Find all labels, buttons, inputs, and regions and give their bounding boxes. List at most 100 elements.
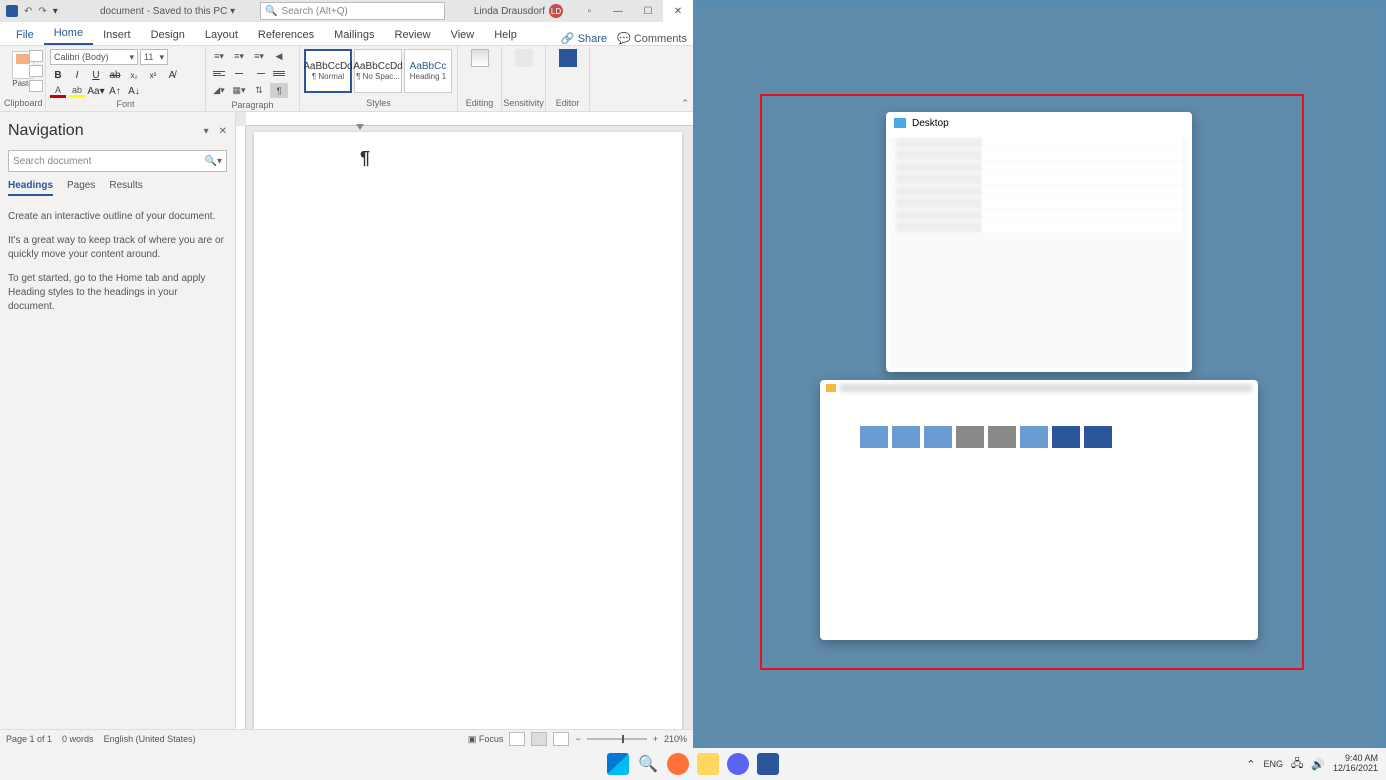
- borders-button[interactable]: ▦▾: [230, 83, 248, 98]
- show-marks-button[interactable]: ¶: [270, 83, 288, 98]
- clock[interactable]: 9:40 AM 12/16/2021: [1333, 754, 1378, 774]
- taskbar-search-icon[interactable]: 🔍: [637, 753, 659, 775]
- status-language[interactable]: English (United States): [104, 734, 196, 744]
- maximize-button[interactable]: ☐: [633, 0, 663, 22]
- nav-close-icon[interactable]: ✕: [219, 126, 227, 137]
- decrease-indent-button[interactable]: ◀: [270, 49, 288, 64]
- tab-layout[interactable]: Layout: [195, 25, 248, 45]
- web-layout-button[interactable]: [553, 732, 569, 746]
- tab-mailings[interactable]: Mailings: [324, 25, 384, 45]
- navigation-pane: Navigation ▾ ✕ Search document 🔍▾ Headin…: [0, 112, 236, 729]
- justify-button[interactable]: [270, 66, 288, 81]
- undo-icon[interactable]: ↶: [24, 6, 32, 17]
- zoom-level[interactable]: 210%: [664, 734, 687, 744]
- tab-insert[interactable]: Insert: [93, 25, 141, 45]
- share-button[interactable]: 🔗 Share: [561, 32, 607, 45]
- network-icon[interactable]: 🖧: [1291, 755, 1303, 774]
- firefox-icon[interactable]: [667, 753, 689, 775]
- status-page[interactable]: Page 1 of 1: [6, 734, 52, 744]
- read-mode-button[interactable]: [509, 732, 525, 746]
- copy-icon[interactable]: [29, 65, 43, 77]
- strike-button[interactable]: ab: [107, 67, 123, 83]
- snap-thumbnail-desktop[interactable]: Desktop: [886, 112, 1192, 372]
- status-bar: Page 1 of 1 0 words English (United Stat…: [0, 729, 693, 748]
- minimize-button[interactable]: —: [603, 0, 633, 22]
- tab-review[interactable]: Review: [385, 25, 441, 45]
- word-icon[interactable]: [757, 753, 779, 775]
- blurred-title: [840, 384, 1252, 392]
- numbering-button[interactable]: ≡▾: [230, 49, 248, 64]
- shading-button[interactable]: ◢▾: [210, 83, 228, 98]
- save-icon[interactable]: [6, 5, 18, 17]
- ribbon-display-icon[interactable]: ▫: [587, 6, 591, 17]
- redo-icon[interactable]: ↷: [38, 6, 46, 17]
- tab-view[interactable]: View: [441, 25, 485, 45]
- subscript-button[interactable]: x₂: [126, 67, 142, 83]
- editor-label: Editor: [556, 98, 580, 108]
- vertical-ruler[interactable]: [236, 126, 246, 729]
- find-icon[interactable]: [471, 49, 489, 67]
- nav-tab-pages[interactable]: Pages: [67, 180, 95, 196]
- paragraph-mark: ¶: [360, 148, 370, 169]
- format-painter-icon[interactable]: [29, 80, 43, 92]
- font-color-button[interactable]: A: [50, 85, 66, 98]
- font-size-select[interactable]: 11▾: [140, 49, 168, 65]
- file-explorer-icon[interactable]: [697, 753, 719, 775]
- group-editor: Editor: [546, 46, 590, 111]
- start-button[interactable]: [607, 753, 629, 775]
- horizontal-ruler[interactable]: [246, 112, 693, 126]
- grow-font-icon[interactable]: A↑: [107, 83, 123, 99]
- multilevel-button[interactable]: ≡▾: [250, 49, 268, 64]
- nav-search-input[interactable]: Search document 🔍▾: [8, 150, 227, 172]
- close-button[interactable]: ✕: [663, 0, 693, 22]
- status-words[interactable]: 0 words: [62, 734, 94, 744]
- clear-format-icon[interactable]: A̸: [164, 67, 180, 83]
- align-center-button[interactable]: [230, 66, 248, 81]
- focus-button[interactable]: ▣ Focus: [468, 734, 504, 745]
- language-indicator[interactable]: ENG: [1263, 759, 1283, 769]
- style-nospacing[interactable]: AaBbCcDd¶ No Spac...: [354, 49, 402, 93]
- nav-dropdown-icon[interactable]: ▾: [204, 126, 209, 137]
- taskbar: 🔍 ⌃ ENG 🖧 🔊 9:40 AM 12/16/2021: [0, 748, 1386, 780]
- thumb-body: [890, 138, 1188, 368]
- shrink-font-icon[interactable]: A↓: [126, 83, 142, 99]
- tab-help[interactable]: Help: [484, 25, 527, 45]
- tab-references[interactable]: References: [248, 25, 324, 45]
- font-name-select[interactable]: Calibri (Body)▾: [50, 49, 138, 65]
- bold-button[interactable]: B: [50, 67, 66, 83]
- align-right-button[interactable]: [250, 66, 268, 81]
- align-left-button[interactable]: [210, 66, 228, 81]
- cut-icon[interactable]: [29, 50, 43, 62]
- italic-button[interactable]: I: [69, 67, 85, 83]
- nav-tab-headings[interactable]: Headings: [8, 180, 53, 196]
- highlight-button[interactable]: ab: [69, 85, 85, 98]
- snap-thumbnail-explorer[interactable]: [820, 380, 1258, 640]
- sort-button[interactable]: ⇅: [250, 83, 268, 98]
- comments-button[interactable]: 💬 Comments: [617, 32, 687, 45]
- tab-design[interactable]: Design: [141, 25, 195, 45]
- nav-search-placeholder: Search document: [13, 156, 91, 167]
- superscript-button[interactable]: x²: [145, 67, 161, 83]
- volume-icon[interactable]: 🔊: [1311, 758, 1325, 771]
- document-title[interactable]: document - Saved to this PC ▾: [100, 6, 235, 17]
- zoom-slider[interactable]: [587, 738, 647, 740]
- discord-icon[interactable]: [727, 753, 749, 775]
- bullets-button[interactable]: ≡▾: [210, 49, 228, 64]
- collapse-ribbon-icon[interactable]: ⌃: [681, 98, 689, 109]
- print-layout-button[interactable]: [531, 732, 547, 746]
- qat-dropdown-icon[interactable]: ▾: [53, 6, 58, 17]
- underline-button[interactable]: U: [88, 67, 104, 83]
- change-case-button[interactable]: Aa▾: [88, 83, 104, 99]
- style-heading1[interactable]: AaBbCcHeading 1: [404, 49, 452, 93]
- zoom-out-button[interactable]: −: [575, 734, 580, 744]
- tray-chevron-icon[interactable]: ⌃: [1246, 758, 1255, 771]
- zoom-in-button[interactable]: +: [653, 734, 658, 744]
- tab-home[interactable]: Home: [44, 23, 93, 45]
- search-box[interactable]: 🔍 Search (Alt+Q): [260, 2, 445, 20]
- editor-icon[interactable]: [559, 49, 577, 67]
- nav-tab-results[interactable]: Results: [109, 180, 142, 196]
- document-page[interactable]: ¶: [254, 132, 682, 729]
- tab-file[interactable]: File: [6, 25, 44, 45]
- account-button[interactable]: Linda Drausdorf LD: [474, 4, 563, 18]
- style-normal[interactable]: AaBbCcDd¶ Normal: [304, 49, 352, 93]
